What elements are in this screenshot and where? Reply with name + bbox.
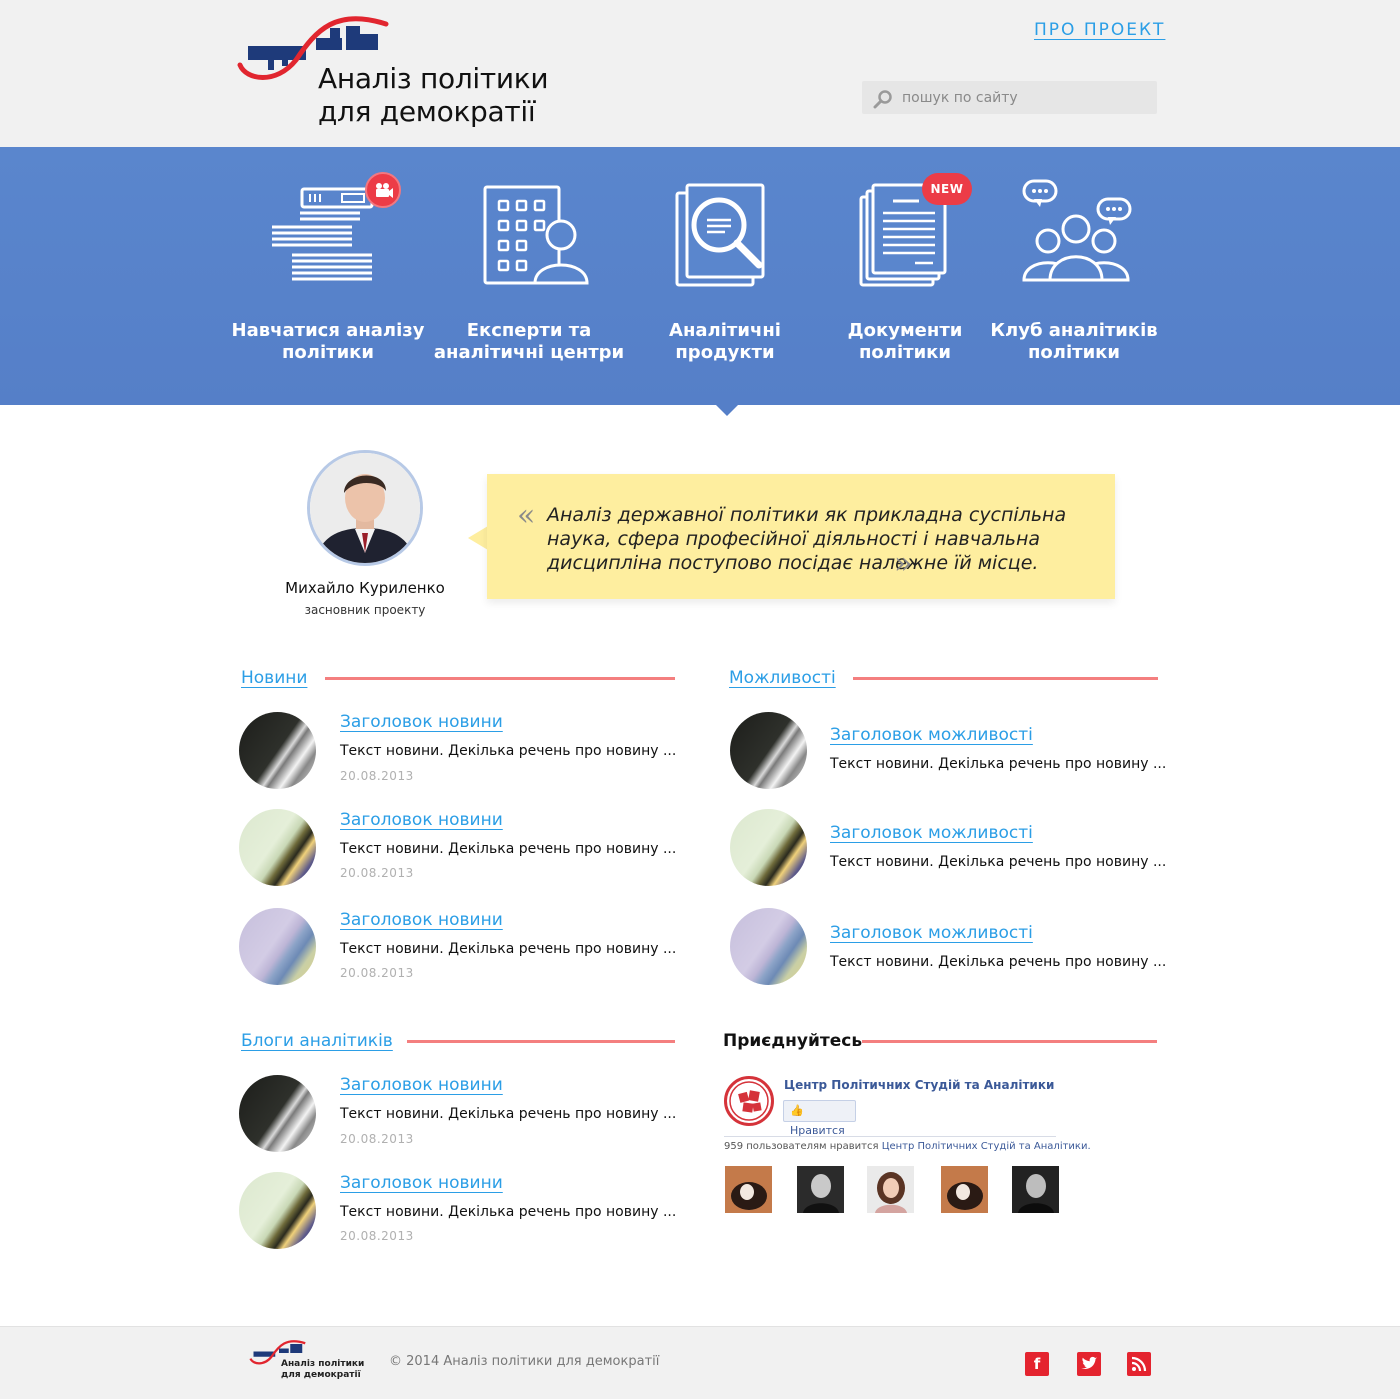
- author-role: засновник проекту: [304, 603, 426, 617]
- author-photo: [310, 453, 420, 563]
- author-name: Михайло Куриленко: [285, 579, 445, 597]
- news-thumbnail[interactable]: [239, 908, 316, 985]
- search-box[interactable]: [862, 81, 1157, 114]
- twitter-link[interactable]: [1077, 1352, 1101, 1376]
- building-person-icon: [483, 185, 589, 285]
- video-badge: [365, 172, 401, 208]
- nav-item-club[interactable]: Клуб аналітиків політики: [974, 147, 1174, 405]
- news-date: 20.08.2013: [340, 966, 414, 980]
- news-thumbnail[interactable]: [239, 809, 316, 886]
- likes-count-text: 959 пользователям нравится: [724, 1141, 879, 1152]
- active-nav-pointer: [716, 405, 738, 416]
- facebook-link[interactable]: f: [1025, 1352, 1049, 1376]
- blog-thumbnail[interactable]: [239, 1172, 316, 1249]
- blog-date: 20.08.2013: [340, 1132, 414, 1146]
- nav-label: Аналітичні продукти: [669, 320, 781, 363]
- fan-photo: [867, 1166, 914, 1213]
- nav-label: Експерти та аналітичні центри: [433, 320, 625, 363]
- people-chat-icon: [1022, 179, 1132, 282]
- partner-seal-icon: [729, 1081, 769, 1121]
- fan-photo: [1012, 1166, 1059, 1213]
- quote-open-mark: «: [517, 498, 536, 533]
- nav-item-experts[interactable]: Експерти та аналітичні центри: [429, 147, 629, 405]
- partner-logo[interactable]: [724, 1076, 774, 1126]
- search-input[interactable]: [902, 87, 1142, 109]
- documents-video-icon: [272, 187, 374, 281]
- news-section-title[interactable]: Новини: [241, 668, 307, 688]
- opportunities-section-title[interactable]: Можливості: [729, 668, 836, 688]
- section-divider: [853, 677, 1158, 680]
- news-excerpt: Текст новини. Декілька речень про новину…: [340, 941, 677, 957]
- news-excerpt: Текст новини. Декілька речень про новину…: [340, 841, 677, 857]
- news-date: 20.08.2013: [340, 866, 414, 880]
- site-logo[interactable]: Аналіз політики для демократії: [236, 10, 576, 135]
- news-title-link[interactable]: Заголовок новини: [340, 910, 503, 930]
- nav-item-products[interactable]: Аналітичні продукти: [625, 147, 825, 405]
- join-section-title: Приєднуйтесь: [723, 1031, 863, 1051]
- blog-thumbnail[interactable]: [239, 1075, 316, 1152]
- fan-avatar[interactable]: [867, 1166, 914, 1213]
- opportunity-thumbnail[interactable]: [730, 908, 807, 985]
- opportunity-excerpt: Текст новини. Декілька речень про новину…: [830, 954, 1167, 970]
- twitter-icon: [1081, 1356, 1097, 1369]
- section-divider: [325, 677, 675, 680]
- blog-title-link[interactable]: Заголовок новини: [340, 1173, 503, 1193]
- author-avatar: [307, 450, 423, 566]
- thumbs-up-icon: 👍: [790, 1104, 804, 1117]
- widget-divider: [724, 1136, 1056, 1137]
- news-thumbnail[interactable]: [239, 712, 316, 789]
- blog-excerpt: Текст новини. Декілька речень про новину…: [340, 1106, 677, 1122]
- nav-label: Клуб аналітиків політики: [990, 320, 1158, 363]
- fan-avatar[interactable]: [797, 1166, 844, 1213]
- news-title-link[interactable]: Заголовок новини: [340, 712, 503, 732]
- blog-date: 20.08.2013: [340, 1229, 414, 1243]
- fan-avatar[interactable]: [1012, 1166, 1059, 1213]
- facebook-icon: f: [1033, 1355, 1041, 1373]
- quote-text: Аналіз державної політики як прикладна с…: [547, 504, 1067, 574]
- news-excerpt: Текст новини. Декілька речень про новину…: [340, 743, 677, 759]
- likes-page-link[interactable]: Центр Політичних Студій та Аналітики.: [882, 1141, 1091, 1152]
- blog-excerpt: Текст новини. Декілька речень про новину…: [340, 1204, 677, 1220]
- likes-count: 959 пользователям нравится Центр Політич…: [724, 1141, 1091, 1152]
- video-camera-icon: [376, 183, 393, 198]
- news-title-link[interactable]: Заголовок новини: [340, 810, 503, 830]
- quote-tail: [468, 526, 488, 550]
- rss-icon: [1131, 1356, 1147, 1372]
- fan-avatar[interactable]: [941, 1166, 988, 1213]
- logo-title: Аналіз політики для демократії: [318, 62, 549, 128]
- like-button[interactable]: 👍Нравится: [783, 1100, 856, 1137]
- site-footer: Аналіз політики для демократії © 2014 Ан…: [0, 1326, 1400, 1399]
- main-nav: Навчатися аналізу політики Експерти та а…: [0, 147, 1400, 405]
- nav-label: Навчатися аналізу політики: [231, 320, 425, 363]
- fan-avatar[interactable]: [725, 1166, 772, 1213]
- opportunity-excerpt: Текст новини. Декілька речень про новину…: [830, 756, 1167, 772]
- blog-title-link[interactable]: Заголовок новини: [340, 1075, 503, 1095]
- new-badge: NEW: [922, 173, 972, 205]
- site-header: Аналіз політики для демократії ПРО ПРОЕК…: [0, 0, 1400, 147]
- opportunity-title-link[interactable]: Заголовок можливості: [830, 725, 1033, 745]
- opportunity-thumbnail[interactable]: [730, 712, 807, 789]
- opportunity-title-link[interactable]: Заголовок можливості: [830, 823, 1033, 843]
- opportunity-thumbnail[interactable]: [730, 809, 807, 886]
- partner-page-link[interactable]: Центр Політичних Студій та Аналітики: [784, 1078, 1054, 1092]
- opportunity-title-link[interactable]: Заголовок можливості: [830, 923, 1033, 943]
- fan-photo: [941, 1166, 988, 1213]
- quote-close-mark: »: [894, 546, 913, 581]
- blogs-section-title[interactable]: Блоги аналітиків: [241, 1031, 393, 1051]
- news-date: 20.08.2013: [340, 769, 414, 783]
- opportunity-excerpt: Текст новини. Декілька речень про новину…: [830, 854, 1167, 870]
- fan-photo: [725, 1166, 772, 1213]
- search-icon: [873, 90, 892, 109]
- about-project-link[interactable]: ПРО ПРОЕКТ: [1034, 20, 1165, 40]
- magnifier-document-icon: [675, 183, 765, 287]
- section-divider: [862, 1040, 1157, 1043]
- rss-link[interactable]: [1127, 1352, 1151, 1376]
- footer-logo-title: Аналіз політики для демократії: [281, 1359, 365, 1380]
- copyright: © 2014 Аналіз політики для демократії: [389, 1354, 660, 1369]
- fan-photo: [797, 1166, 844, 1213]
- section-divider: [407, 1040, 675, 1043]
